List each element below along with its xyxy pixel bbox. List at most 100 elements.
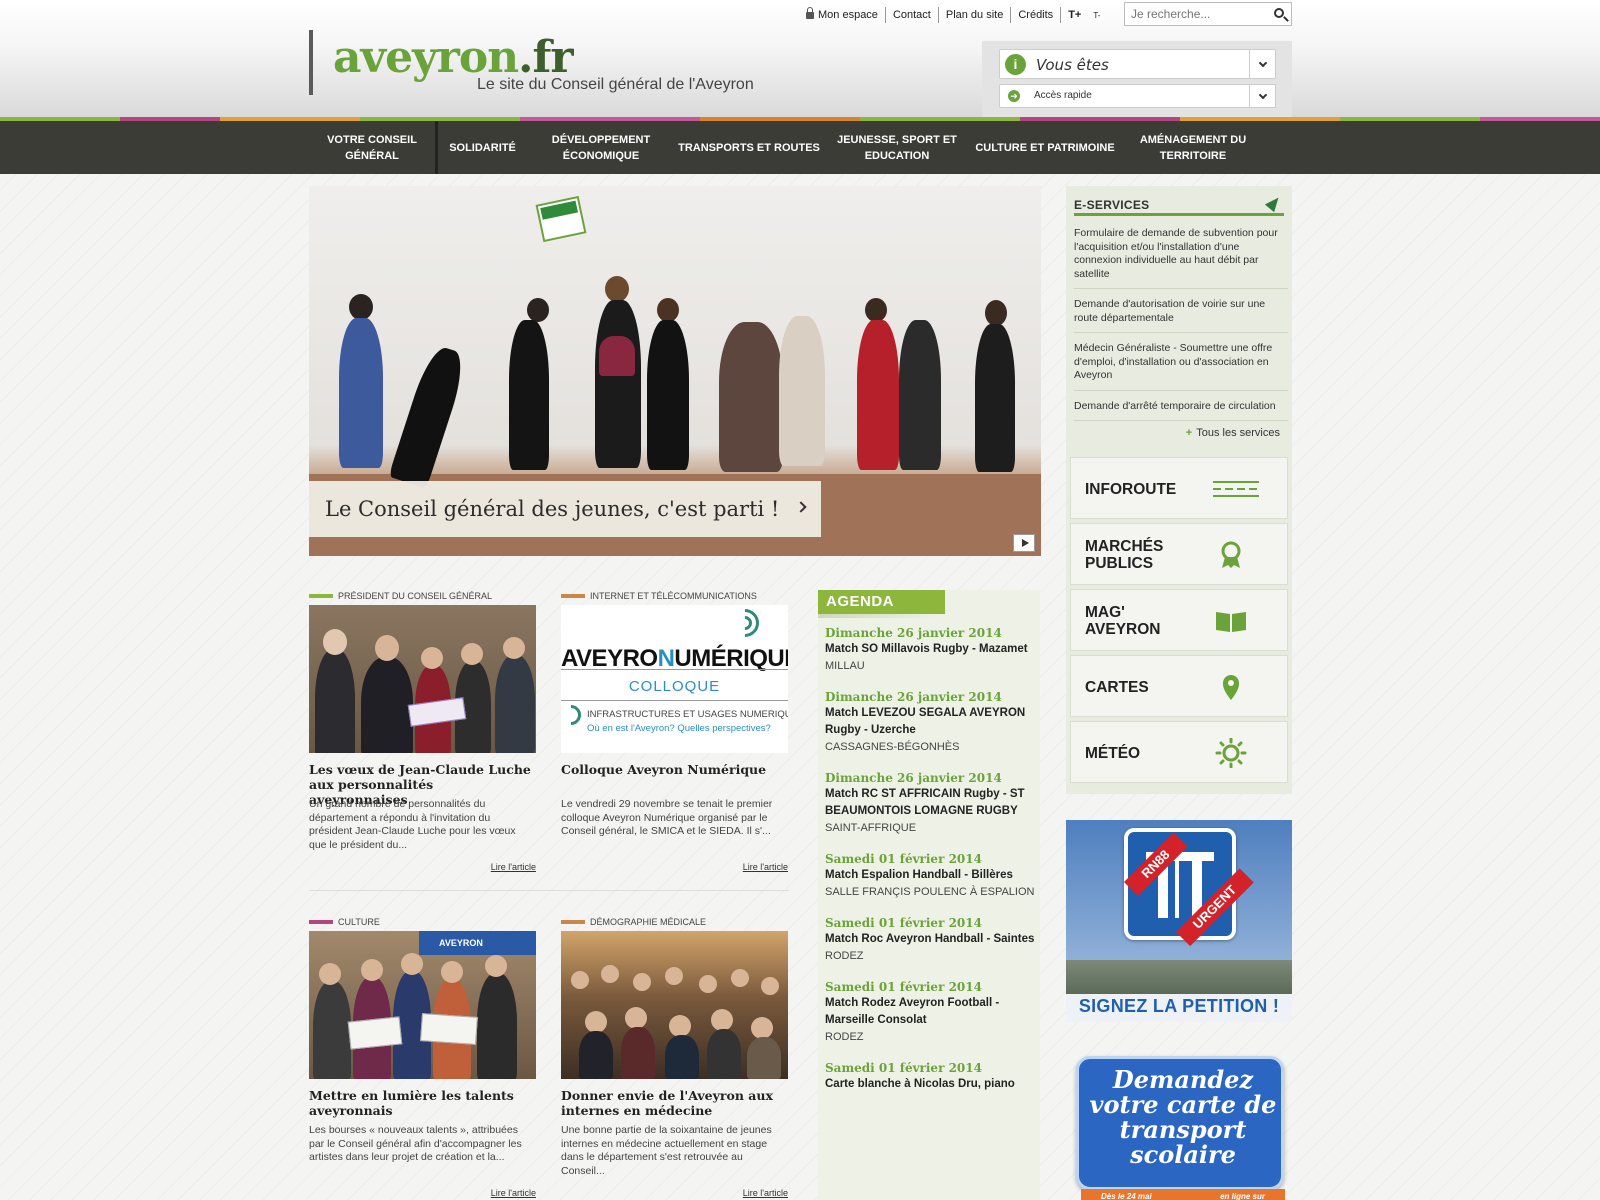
eservices-header: E-SERVICES	[1074, 193, 1284, 216]
text-bigger-button[interactable]: T+	[1060, 7, 1088, 23]
article-title[interactable]: Colloque Aveyron Numérique	[561, 762, 788, 777]
map-pin-icon	[1223, 675, 1239, 700]
transport-card-banner[interactable]: Demandez votre carte de transport scolai…	[1066, 1052, 1292, 1200]
link-credits[interactable]: Crédits	[1010, 7, 1060, 23]
divider	[309, 890, 789, 891]
agenda-place: SAINT-AFFRIQUE	[825, 822, 917, 834]
eservice-link[interactable]: Formulaire de demande de subvention pour…	[1074, 224, 1288, 289]
agenda-title-link[interactable]: Match SO Millavois Rugby - Mazamet	[825, 641, 1035, 658]
read-more-link[interactable]: Lire l'article	[491, 862, 536, 872]
link-mon-espace[interactable]: Mon espace	[806, 7, 885, 23]
article-title[interactable]: Donner envie de l'Aveyron aux internes e…	[561, 1088, 788, 1118]
nav-item-transports-et-routes[interactable]: TRANSPORTS ET ROUTES	[675, 121, 823, 174]
chevron-right-icon[interactable]	[795, 501, 807, 513]
link-plan-du-site[interactable]: Plan du site	[937, 7, 1010, 23]
nav-item-solidarite[interactable]: SOLIDARITÉ	[435, 121, 527, 174]
article-image[interactable]	[309, 605, 536, 753]
article-category-label: Internet et télécommunications	[590, 591, 757, 601]
nav-item-amenagement-du-territoire[interactable]: AMÉNAGEMENT DU TERRITOIRE	[1119, 121, 1267, 174]
site-header: aveyron.fr Le site du Conseil général de…	[0, 0, 1600, 119]
agenda-title-link[interactable]: Carte blanche à Nicolas Dru, piano	[825, 1076, 1035, 1093]
all-services-link[interactable]: + Tous les services	[1186, 427, 1280, 439]
wifi-icon	[725, 605, 765, 643]
agenda-date: Samedi 01 février 2014	[825, 980, 982, 994]
chevron-down-icon[interactable]	[1249, 85, 1275, 107]
tile-label: CARTES	[1085, 678, 1149, 696]
nav-item-culture-et-patrimoine[interactable]: CULTURE ET PATRIMOINE	[971, 121, 1119, 174]
banner-line-3: transport	[1119, 1115, 1247, 1144]
tile-mag-aveyron[interactable]: MAG' AVEYRON	[1070, 589, 1288, 651]
tile-cartes[interactable]: CARTES	[1070, 655, 1288, 717]
site-logo[interactable]: aveyron.fr Le site du Conseil général de…	[309, 30, 769, 100]
search-input[interactable]	[1125, 3, 1265, 25]
read-more-link[interactable]: Lire l'article	[743, 1188, 788, 1198]
agenda-date: Dimanche 26 janvier 2014	[825, 626, 1002, 640]
nav-item-votre-conseil-general[interactable]: VOTRE CONSEIL GÉNÉRAL	[309, 121, 435, 174]
agenda-item[interactable]: Samedi 01 février 2014 Match Rodez Aveyr…	[825, 980, 1035, 1046]
eservices-list: Formulaire de demande de subvention pour…	[1074, 224, 1288, 427]
agenda-date: Samedi 01 février 2014	[825, 916, 982, 930]
article-category: Internet et télécommunications	[561, 590, 757, 602]
tile-marches-publics[interactable]: MARCHÉS PUBLICS	[1070, 523, 1288, 585]
agenda-item[interactable]: Dimanche 26 janvier 2014 Match RC ST AFF…	[825, 771, 1035, 837]
numerique-line2: Où en est l'Aveyron? Quelles perspective…	[587, 723, 771, 734]
article-title[interactable]: Mettre en lumière les talents aveyronnai…	[309, 1088, 536, 1118]
petition-banner[interactable]: RN88 URGENT SIGNEZ LA PETITION !	[1066, 820, 1292, 1022]
logo-bar	[309, 30, 313, 95]
search-icon[interactable]	[1274, 8, 1284, 18]
tile-label: MAG' AVEYRON	[1085, 604, 1161, 638]
category-bar	[561, 594, 585, 598]
article-category: Démographie médicale	[561, 916, 706, 928]
speech-bubble: Demandez votre carte de transport scolai…	[1076, 1056, 1285, 1200]
banner-line-4: scolaire	[1130, 1140, 1236, 1169]
nav-item-developpement-economique[interactable]: DÉVELOPPEMENT ÉCONOMIQUE	[527, 121, 675, 174]
acces-rapide-select[interactable]: ➜ Accès rapide	[999, 84, 1276, 108]
article-excerpt: Les bourses « nouveaux talents », attrib…	[309, 1124, 522, 1163]
article-image[interactable]: AVEYRON	[309, 931, 536, 1079]
article-category-label: Démographie médicale	[590, 917, 707, 927]
hero-slideshow[interactable]: Le Conseil général des jeunes, c'est par…	[309, 186, 1041, 556]
nav-item-jeunesse-sport-education[interactable]: JEUNESSE, SPORT ET EDUCATION	[823, 121, 971, 174]
agenda-title-link[interactable]: Match Roc Aveyron Handball - Saintes	[825, 931, 1035, 948]
agenda-title-link[interactable]: Match LEVEZOU SEGALA AVEYRON Rugby - Uze…	[825, 705, 1035, 739]
text-smaller-button[interactable]: T-	[1088, 11, 1105, 20]
road-icon	[1213, 481, 1259, 497]
article-image[interactable]	[561, 931, 788, 1079]
tile-inforoute[interactable]: INFOROUTE	[1070, 457, 1288, 519]
numerique-colloque: COLLOQUE	[628, 678, 721, 695]
agenda-title-link[interactable]: Match Rodez Aveyron Football - Marseille…	[825, 995, 1035, 1029]
article-category: Président du Conseil général	[309, 590, 492, 602]
agenda-item[interactable]: Samedi 01 février 2014 Match Roc Aveyron…	[825, 916, 1035, 965]
agenda-place: SALLE FRANÇIS POULENC À ESPALION	[825, 886, 1035, 898]
agenda-place: MILLAU	[825, 660, 865, 672]
tile-label: MÉTÉO	[1085, 744, 1141, 762]
agenda-item[interactable]: Dimanche 26 janvier 2014 Match LEVEZOU S…	[825, 690, 1035, 756]
agenda-title-link[interactable]: Match Espalion Handball - Billères	[825, 867, 1035, 884]
link-contact[interactable]: Contact	[884, 7, 938, 23]
banner-strip: Dès le 24 mai en ligne sur	[1081, 1189, 1285, 1200]
hero-caption[interactable]: Le Conseil général des jeunes, c'est par…	[309, 481, 821, 537]
read-more-link[interactable]: Lire l'article	[743, 862, 788, 872]
vous-etes-select[interactable]: i Vous êtes	[999, 49, 1276, 79]
plus-icon: +	[1185, 427, 1193, 439]
chevron-down-icon[interactable]	[1249, 50, 1275, 78]
article-category-label: Culture	[338, 917, 380, 927]
eservice-link[interactable]: Médecin Généraliste - Soumettre une offr…	[1074, 339, 1288, 391]
agenda-item[interactable]: Samedi 01 février 2014 Carte blanche à N…	[825, 1061, 1035, 1093]
agenda-title[interactable]: AGENDA	[818, 590, 945, 614]
tile-meteo[interactable]: MÉTÉO	[1070, 721, 1288, 783]
read-more-link[interactable]: Lire l'article	[491, 1188, 536, 1198]
award-icon	[1221, 541, 1241, 568]
profile-selector-box: i Vous êtes ➜ Accès rapide	[982, 41, 1292, 119]
eservice-link[interactable]: Demande d'autorisation de voirie sur une…	[1074, 295, 1288, 333]
top-links: Mon espace Contact Plan du site Crédits …	[806, 5, 1105, 25]
agenda-item[interactable]: Samedi 01 février 2014 Match Espalion Ha…	[825, 852, 1035, 901]
book-icon	[1216, 612, 1246, 632]
article-image[interactable]: AVEYRONUMÉRIQUE COLLOQUE INFRASTRUCTURES…	[561, 605, 788, 753]
play-icon[interactable]	[1013, 534, 1035, 552]
category-bar	[309, 594, 333, 598]
article-excerpt: Le vendredi 29 novembre se tenait le pre…	[561, 798, 773, 837]
eservice-link[interactable]: Demande d'arrêté temporaire de circulati…	[1074, 397, 1288, 421]
agenda-title-link[interactable]: Match RC ST AFFRICAIN Rugby - ST BEAUMON…	[825, 786, 1035, 820]
agenda-item[interactable]: Dimanche 26 janvier 2014 Match SO Millav…	[825, 626, 1035, 675]
